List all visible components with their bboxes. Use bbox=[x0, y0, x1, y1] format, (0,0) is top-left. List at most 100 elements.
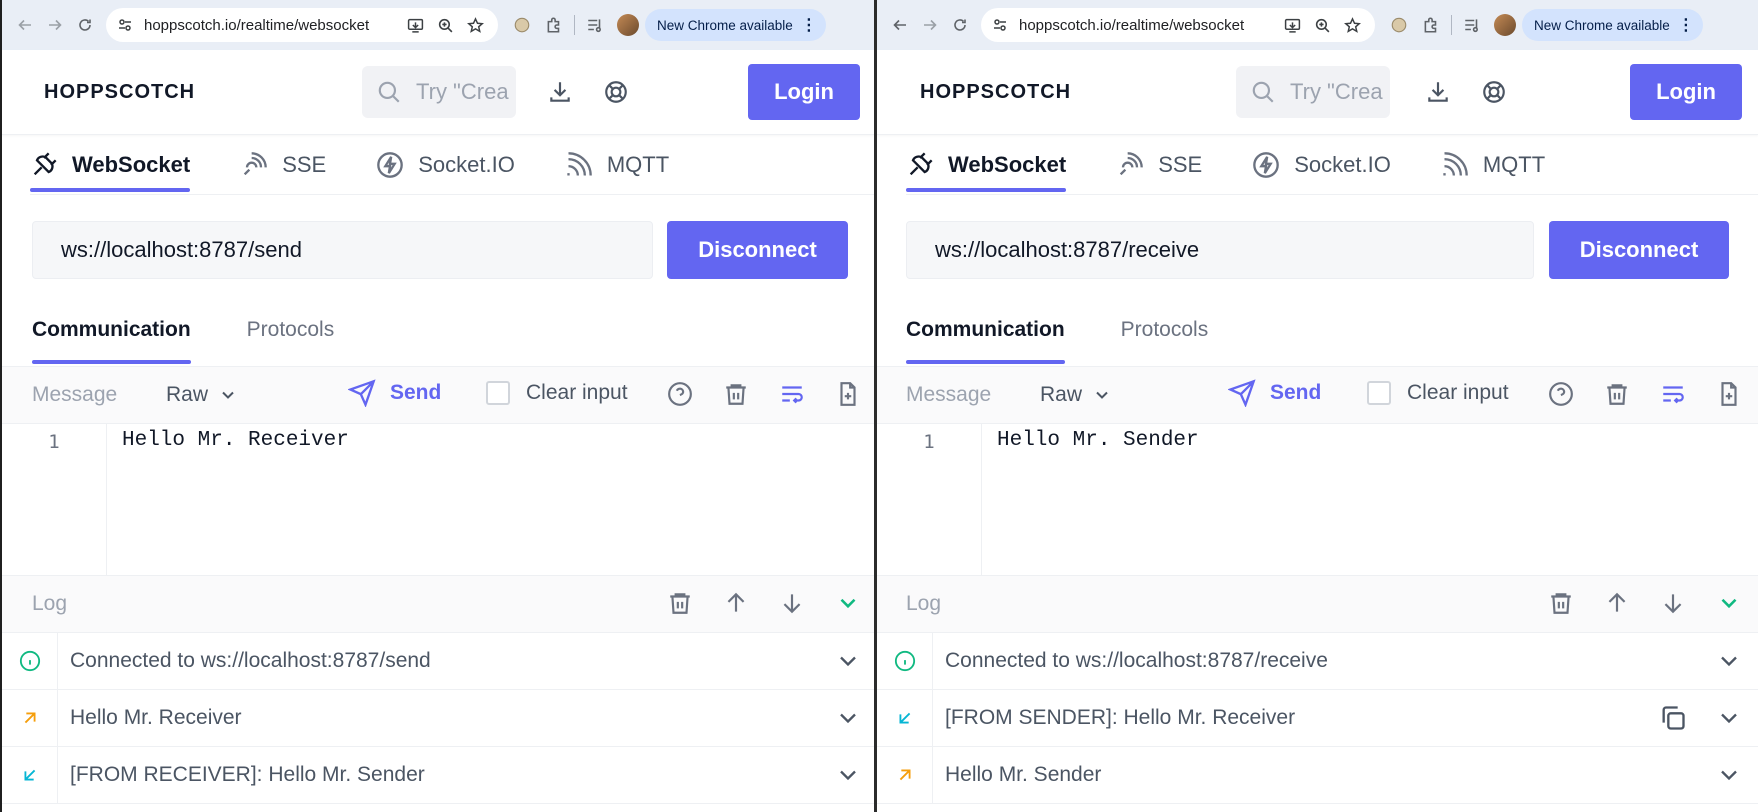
download-icon[interactable] bbox=[545, 77, 575, 107]
copy-icon[interactable] bbox=[1659, 704, 1687, 732]
wrap-lines-icon[interactable] bbox=[1658, 379, 1688, 409]
scroll-up-arrow-icon[interactable] bbox=[721, 588, 751, 618]
clear-trash-icon[interactable] bbox=[721, 379, 751, 409]
profile-avatar[interactable] bbox=[617, 14, 639, 36]
chrome-menu-icon[interactable]: ⋮ bbox=[801, 15, 817, 35]
help-icon[interactable] bbox=[1546, 379, 1576, 409]
protocol-tabs: WebSocket SSE Socket.IO MQTT bbox=[30, 140, 874, 195]
tab-communication[interactable]: Communication bbox=[906, 318, 1065, 364]
chevron-down-icon[interactable] bbox=[1715, 647, 1743, 675]
tab-mqtt[interactable]: MQTT bbox=[1441, 140, 1545, 190]
search-input[interactable]: Try "Crea bbox=[1236, 66, 1390, 118]
tab-websocket[interactable]: WebSocket bbox=[30, 140, 191, 192]
extensions-puzzle-icon[interactable] bbox=[1415, 9, 1447, 41]
extensions-puzzle-icon[interactable] bbox=[538, 9, 570, 41]
chevron-down-icon[interactable] bbox=[834, 761, 862, 789]
log-entry[interactable]: [FROM RECEIVER]: Hello Mr. Sender bbox=[2, 747, 874, 804]
install-app-icon[interactable] bbox=[1277, 10, 1307, 40]
format-select[interactable]: Raw bbox=[166, 383, 238, 407]
message-text[interactable]: Hello Mr. Receiver bbox=[122, 429, 349, 452]
chevron-down-icon[interactable] bbox=[1715, 704, 1743, 732]
chrome-menu-icon[interactable]: ⋮ bbox=[1678, 15, 1694, 35]
clear-input-checkbox[interactable]: Clear input bbox=[1367, 381, 1509, 405]
search-input[interactable]: Try "Crea bbox=[362, 66, 516, 118]
tab-mqtt[interactable]: MQTT bbox=[565, 140, 669, 190]
tab-communication[interactable]: Communication bbox=[32, 318, 191, 364]
media-control-icon[interactable] bbox=[1456, 9, 1488, 41]
log-entry[interactable]: [FROM SENDER]: Hello Mr. Receiver bbox=[877, 690, 1758, 747]
extension-icon[interactable] bbox=[1383, 9, 1415, 41]
message-editor[interactable]: 1 Hello Mr. Receiver bbox=[2, 423, 874, 576]
communication-tabs: Communication Protocols bbox=[906, 318, 1264, 366]
tab-socketio[interactable]: Socket.IO bbox=[1252, 140, 1391, 190]
login-button[interactable]: Login bbox=[748, 64, 860, 120]
send-button[interactable]: Send bbox=[348, 379, 441, 407]
scroll-down-arrow-icon[interactable] bbox=[777, 588, 807, 618]
checkbox-box[interactable] bbox=[1367, 381, 1391, 405]
scroll-up-arrow-icon[interactable] bbox=[1602, 588, 1632, 618]
zoom-icon[interactable] bbox=[430, 10, 460, 40]
reload-icon[interactable] bbox=[945, 10, 975, 40]
log-entry[interactable]: Hello Mr. Sender bbox=[877, 747, 1758, 804]
forward-arrow-icon[interactable] bbox=[915, 10, 945, 40]
forward-arrow-icon[interactable] bbox=[40, 10, 70, 40]
send-button[interactable]: Send bbox=[1228, 379, 1321, 407]
websocket-url-input[interactable]: ws://localhost:8787/send bbox=[32, 221, 653, 279]
profile-avatar[interactable] bbox=[1494, 14, 1516, 36]
autoscroll-chevron-icon[interactable] bbox=[1714, 588, 1744, 618]
chevron-down-icon[interactable] bbox=[834, 647, 862, 675]
autoscroll-chevron-icon[interactable] bbox=[833, 588, 863, 618]
back-arrow-icon[interactable] bbox=[885, 10, 915, 40]
message-editor[interactable]: 1 Hello Mr. Sender bbox=[877, 423, 1758, 576]
tab-protocols[interactable]: Protocols bbox=[247, 318, 335, 362]
zoom-icon[interactable] bbox=[1307, 10, 1337, 40]
login-button[interactable]: Login bbox=[1630, 64, 1742, 120]
import-file-icon[interactable] bbox=[833, 379, 863, 409]
tab-sse[interactable]: SSE bbox=[1116, 140, 1202, 190]
search-placeholder: Try "Crea bbox=[1290, 79, 1383, 104]
install-app-icon[interactable] bbox=[400, 10, 430, 40]
help-icon[interactable] bbox=[665, 379, 695, 409]
site-settings-icon[interactable] bbox=[989, 14, 1011, 36]
websocket-url-input[interactable]: ws://localhost:8787/receive bbox=[906, 221, 1534, 279]
clear-input-checkbox[interactable]: Clear input bbox=[486, 381, 628, 405]
bookmark-star-icon[interactable] bbox=[460, 10, 490, 40]
extension-icon[interactable] bbox=[506, 9, 538, 41]
tab-sse[interactable]: SSE bbox=[240, 140, 326, 190]
site-settings-icon[interactable] bbox=[114, 14, 136, 36]
disconnect-button[interactable]: Disconnect bbox=[1549, 221, 1729, 279]
clear-log-trash-icon[interactable] bbox=[1546, 588, 1576, 618]
log-entry[interactable]: Hello Mr. Receiver bbox=[2, 690, 874, 747]
address-bar[interactable]: hoppscotch.io/realtime/websocket bbox=[981, 8, 1375, 42]
tab-protocols[interactable]: Protocols bbox=[1121, 318, 1209, 362]
chevron-down-icon[interactable] bbox=[834, 704, 862, 732]
address-bar[interactable]: hoppscotch.io/realtime/websocket bbox=[106, 8, 498, 42]
import-file-icon[interactable] bbox=[1714, 379, 1744, 409]
format-select[interactable]: Raw bbox=[1040, 383, 1112, 407]
media-control-icon[interactable] bbox=[579, 9, 611, 41]
help-lifebuoy-icon[interactable] bbox=[1479, 77, 1509, 107]
message-label: Message bbox=[906, 383, 992, 406]
message-toolbar: Message Raw Send Clear input bbox=[877, 366, 1758, 424]
chrome-update-button[interactable]: New Chrome available ⋮ bbox=[645, 9, 826, 41]
log-entry[interactable]: Connected to ws://localhost:8787/receive bbox=[877, 633, 1758, 690]
hoppscotch-logo[interactable]: HOPPSCOTCH bbox=[920, 81, 1071, 104]
disconnect-button[interactable]: Disconnect bbox=[667, 221, 848, 279]
hoppscotch-logo[interactable]: HOPPSCOTCH bbox=[44, 81, 195, 104]
scroll-down-arrow-icon[interactable] bbox=[1658, 588, 1688, 618]
back-arrow-icon[interactable] bbox=[10, 10, 40, 40]
checkbox-box[interactable] bbox=[486, 381, 510, 405]
reload-icon[interactable] bbox=[70, 10, 100, 40]
help-lifebuoy-icon[interactable] bbox=[601, 77, 631, 107]
bookmark-star-icon[interactable] bbox=[1337, 10, 1367, 40]
tab-socketio[interactable]: Socket.IO bbox=[376, 140, 515, 190]
log-entry[interactable]: Connected to ws://localhost:8787/send bbox=[2, 633, 874, 690]
clear-trash-icon[interactable] bbox=[1602, 379, 1632, 409]
chevron-down-icon[interactable] bbox=[1715, 761, 1743, 789]
download-icon[interactable] bbox=[1423, 77, 1453, 107]
clear-log-trash-icon[interactable] bbox=[665, 588, 695, 618]
message-text[interactable]: Hello Mr. Sender bbox=[997, 429, 1199, 452]
wrap-lines-icon[interactable] bbox=[777, 379, 807, 409]
chrome-update-button[interactable]: New Chrome available ⋮ bbox=[1522, 9, 1703, 41]
tab-websocket[interactable]: WebSocket bbox=[906, 140, 1067, 192]
